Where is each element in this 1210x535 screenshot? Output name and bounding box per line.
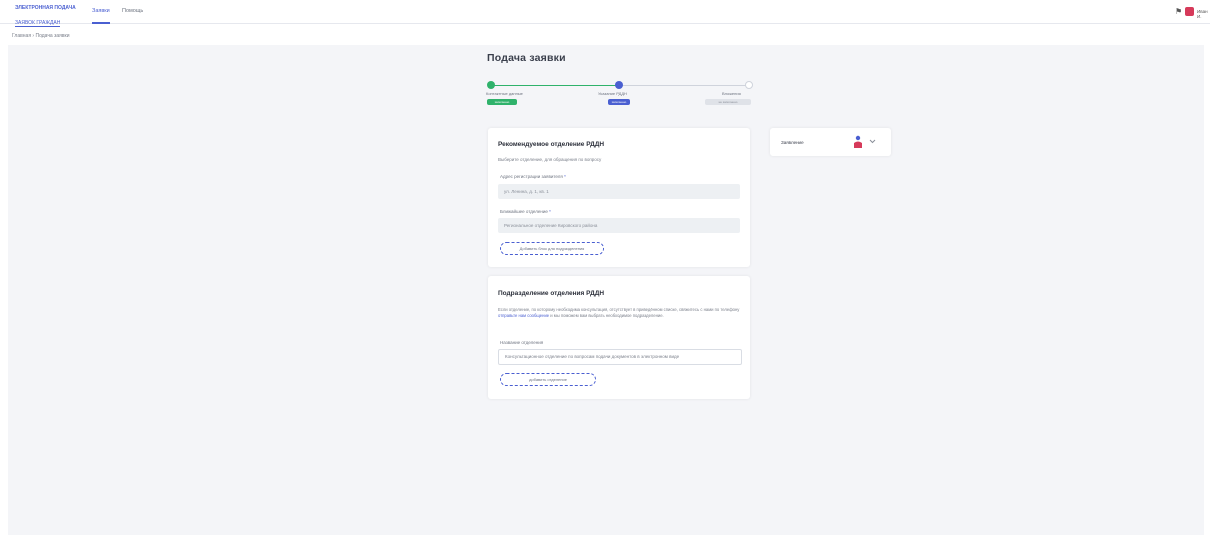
recommended-branch-card: Рекомендуемое отделение РДДН Выберите от… bbox=[488, 128, 750, 267]
add-subdivision-button[interactable]: добавить отделение bbox=[500, 373, 596, 386]
step-badge-2: заполнено bbox=[608, 99, 630, 105]
user-name[interactable]: Иван И. bbox=[1197, 9, 1210, 19]
add-branch-block-button[interactable]: Добавить блок для подразделения bbox=[500, 242, 604, 255]
nav-tab-requests[interactable]: Заявки bbox=[92, 8, 110, 14]
field-label-address: Адрес регистрации заявителя * bbox=[500, 174, 566, 179]
field-label-branch: Ближайшее отделение * bbox=[500, 209, 551, 214]
branch-subdivision-card: Подразделение отделения РДДН Если отделе… bbox=[488, 276, 750, 399]
logo-line2: ЗАЯВОК ГРАЖДАН bbox=[15, 20, 61, 27]
step-label-2: Указание РДДН bbox=[598, 91, 627, 96]
card-title: Подразделение отделения РДДН bbox=[498, 290, 605, 297]
send-message-link[interactable]: отправьте нам сообщение bbox=[498, 313, 549, 318]
subdivision-field[interactable]: Консультационное отделение по вопросам п… bbox=[498, 349, 742, 365]
step-dot-3[interactable] bbox=[745, 81, 753, 89]
logo-line1: ЭЛЕКТРОННАЯ ПОДАЧА bbox=[15, 5, 76, 11]
page-title: Подача заявки bbox=[487, 52, 566, 64]
step-dot-1[interactable] bbox=[487, 81, 495, 89]
step-badge-3: не заполнено bbox=[705, 99, 751, 105]
field-label-subdivision: Название отделения bbox=[500, 340, 544, 345]
avatar[interactable] bbox=[1185, 7, 1194, 16]
step-label-3: Вложения bbox=[722, 91, 741, 96]
card-title: Рекомендуемое отделение РДДН bbox=[498, 141, 605, 148]
card-description: Если отделение, по которому необходима к… bbox=[498, 307, 740, 318]
top-bar: ЭЛЕКТРОННАЯ ПОДАЧА ЗАЯВОК ГРАЖДАН Заявки… bbox=[0, 0, 1210, 27]
step-dot-2[interactable] bbox=[615, 81, 623, 89]
registration-address-field[interactable]: ул. Ленина, д. 1, кв. 1 bbox=[498, 184, 740, 199]
application-side-card[interactable]: Заявление bbox=[770, 128, 891, 156]
nav-tab-help[interactable]: Помощь bbox=[122, 8, 143, 14]
bell-icon[interactable]: ⚑ bbox=[1175, 7, 1182, 16]
step-badge-1: заполнено bbox=[487, 99, 517, 105]
logo[interactable]: ЭЛЕКТРОННАЯ ПОДАЧА ЗАЯВОК ГРАЖДАН bbox=[15, 5, 85, 27]
card-subtitle: Выберите отделение, для обращения по воп… bbox=[498, 157, 602, 162]
step-label-1: Контактные данные bbox=[486, 91, 523, 96]
nearest-branch-field[interactable]: Региональное отделение Кировского района bbox=[498, 218, 740, 233]
side-card-label: Заявление bbox=[781, 140, 804, 145]
document-status-icon bbox=[854, 135, 862, 148]
step-connector-2 bbox=[622, 85, 748, 86]
breadcrumb[interactable]: Главная › Подача заявки bbox=[12, 33, 70, 39]
step-connector-1 bbox=[492, 85, 618, 86]
chevron-down-icon[interactable] bbox=[869, 139, 876, 144]
nav-active-indicator bbox=[92, 22, 110, 24]
